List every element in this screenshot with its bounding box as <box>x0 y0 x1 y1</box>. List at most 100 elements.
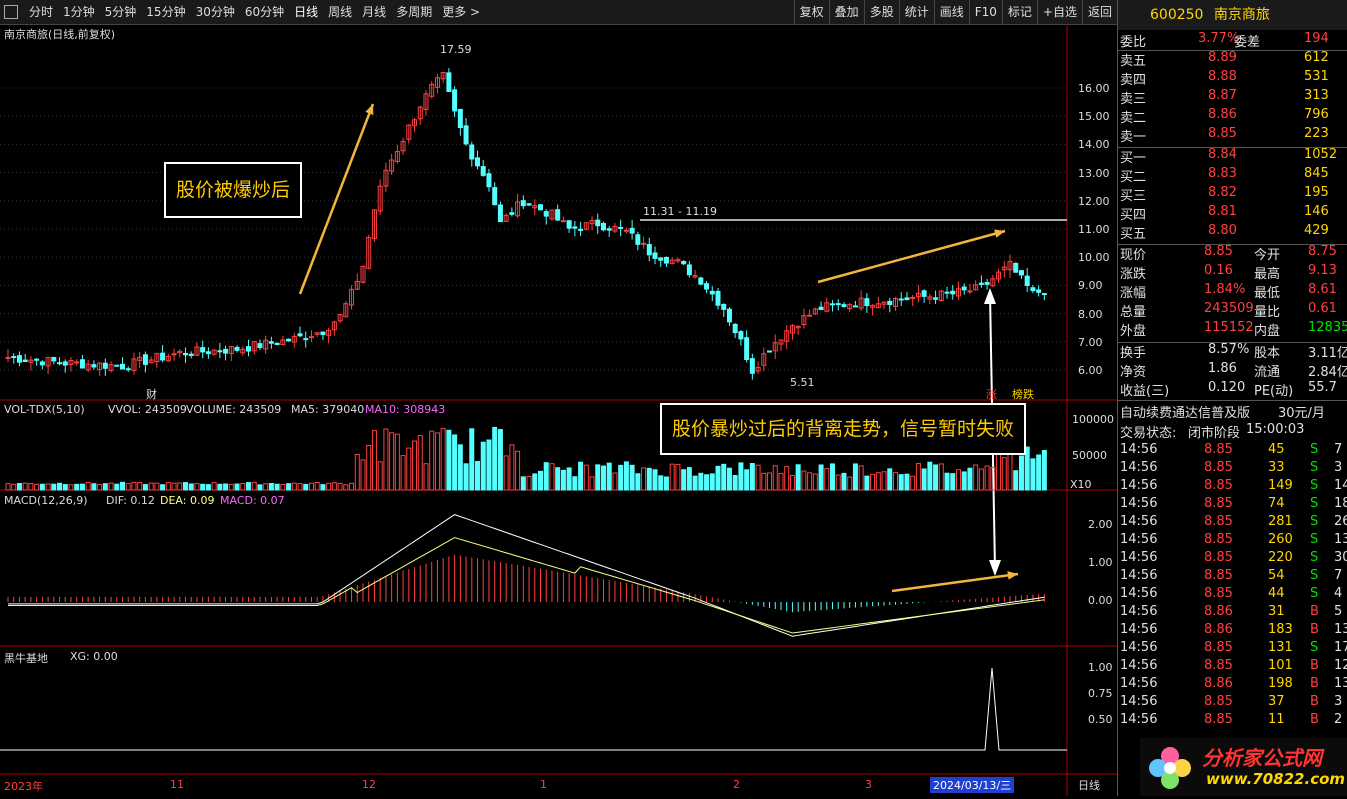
volume-bar <box>692 475 698 491</box>
volume-bar <box>698 472 704 491</box>
toolbar-btn-2[interactable]: 多股 <box>863 0 899 24</box>
quote-divider <box>1118 400 1347 401</box>
volume-bar <box>801 470 807 491</box>
toolbar-btn-1[interactable]: 叠加 <box>828 0 864 24</box>
buy-row: 买一 8.84 1052 <box>1118 147 1347 166</box>
stat2-value2: 55.7 <box>1308 380 1337 395</box>
period-9[interactable]: 多周期 <box>391 0 437 24</box>
candle-body <box>835 303 841 306</box>
volume-bar <box>921 468 927 491</box>
sell-volume: 796 <box>1304 107 1329 122</box>
stat-row: 现价 8.85 今开 8.75 <box>1118 244 1347 263</box>
volume-bar <box>566 467 572 491</box>
tick-row: 14:56 8.85 37 B 3 <box>1118 694 1347 713</box>
toolbar-btn-5[interactable]: F10 <box>968 0 1002 24</box>
period-5[interactable]: 60分钟 <box>240 0 289 24</box>
stock-name: 南京商旅 <box>1213 7 1270 23</box>
volume-bar <box>475 461 481 491</box>
xg-title: 黑牛基地 <box>4 652 48 665</box>
period-10[interactable]: 更多 > <box>437 0 485 24</box>
period-0[interactable]: 分时 <box>24 0 58 24</box>
tick-volume: 11 <box>1268 712 1285 727</box>
period-7[interactable]: 周线 <box>323 0 357 24</box>
candle-body <box>5 356 11 359</box>
candle-body <box>715 290 721 306</box>
window-icon[interactable] <box>4 5 18 19</box>
volume-bar <box>22 482 28 491</box>
candle-body <box>1036 289 1042 293</box>
volume-bar <box>142 484 148 491</box>
buy-volume: 429 <box>1304 223 1329 238</box>
tick-count: 5 <box>1334 604 1343 619</box>
stat-value2: 128357 <box>1308 320 1347 335</box>
price-tick-2: 14.00 <box>1078 138 1110 152</box>
volume-bar <box>337 482 343 491</box>
volume-bar <box>314 481 320 491</box>
sell-label: 卖五 <box>1120 54 1147 69</box>
candle-body <box>709 290 715 295</box>
tick-time: 14:56 <box>1120 622 1158 637</box>
tick-time: 14:56 <box>1120 694 1158 709</box>
xaxis-label-0: 2023年 <box>4 780 43 793</box>
vol-ma10: MA10: 308943 <box>365 403 446 416</box>
volume-bar <box>875 472 881 491</box>
stat2-label: 净资 <box>1120 365 1147 380</box>
stat-value: 243509 <box>1204 301 1254 316</box>
sell-volume: 313 <box>1304 88 1329 103</box>
toolbar-btn-6[interactable]: 标记 <box>1001 0 1037 24</box>
volume-bar <box>211 482 217 491</box>
volume-bar <box>57 482 63 491</box>
tick-time: 14:56 <box>1120 514 1158 529</box>
candle-body <box>595 219 601 227</box>
volume-bar <box>5 483 11 491</box>
candle-body <box>245 346 251 352</box>
volume-bar <box>543 462 549 491</box>
toolbar-btn-8[interactable]: 返回 <box>1081 0 1117 24</box>
toolbar-btn-3[interactable]: 统计 <box>898 0 934 24</box>
volume-bar <box>789 474 795 491</box>
marker-cai: 财 <box>146 388 157 401</box>
period-1[interactable]: 1分钟 <box>58 0 100 24</box>
volume-bar <box>234 483 240 491</box>
volume-bar <box>623 461 629 491</box>
tick-price: 8.86 <box>1204 676 1233 691</box>
price-tick-9: 7.00 <box>1078 335 1103 349</box>
volume-bar <box>978 468 984 491</box>
period-6[interactable]: 日线 <box>289 0 323 24</box>
stat-label2: 量比 <box>1254 305 1281 320</box>
volume-bar <box>732 475 738 491</box>
status-time: 15:00:03 <box>1246 422 1305 437</box>
toolbar-btn-0[interactable]: 复权 <box>793 0 829 24</box>
period-2[interactable]: 5分钟 <box>100 0 142 24</box>
tick-price: 8.85 <box>1204 460 1233 475</box>
tick-price: 8.85 <box>1204 694 1233 709</box>
volume-bar <box>749 463 755 491</box>
period-8[interactable]: 月线 <box>357 0 391 24</box>
volume-bar <box>223 483 229 491</box>
volume-bar <box>721 463 727 491</box>
candle-body <box>629 227 635 234</box>
volume-bar <box>973 464 979 491</box>
flower-logo-icon <box>1149 747 1191 789</box>
volume-bar <box>79 483 85 491</box>
volume-bar <box>85 481 91 491</box>
stat-value2: 0.61 <box>1308 301 1337 316</box>
toolbar-btn-4[interactable]: 画线 <box>933 0 969 24</box>
quote-divider <box>1118 342 1347 343</box>
buy-price: 8.80 <box>1208 223 1237 238</box>
volume-bar <box>715 465 721 491</box>
site-logo: 分析家公式网 www.70822.com <box>1140 738 1347 796</box>
price-tick-1: 15.00 <box>1078 110 1110 124</box>
volume-bar <box>251 481 257 491</box>
volume-bar <box>927 461 933 491</box>
period-4[interactable]: 30分钟 <box>191 0 240 24</box>
tick-side: S <box>1310 478 1319 493</box>
period-3[interactable]: 15分钟 <box>141 0 190 24</box>
candle-body <box>921 290 927 297</box>
toolbar-btn-7[interactable]: +自选 <box>1036 0 1082 24</box>
volume-bar <box>538 470 543 491</box>
sell-label: 卖二 <box>1120 111 1147 126</box>
arrow-white-head <box>989 560 1001 576</box>
tick-row: 14:56 8.85 101 B 12 <box>1118 658 1347 677</box>
volume-bar <box>549 463 555 491</box>
